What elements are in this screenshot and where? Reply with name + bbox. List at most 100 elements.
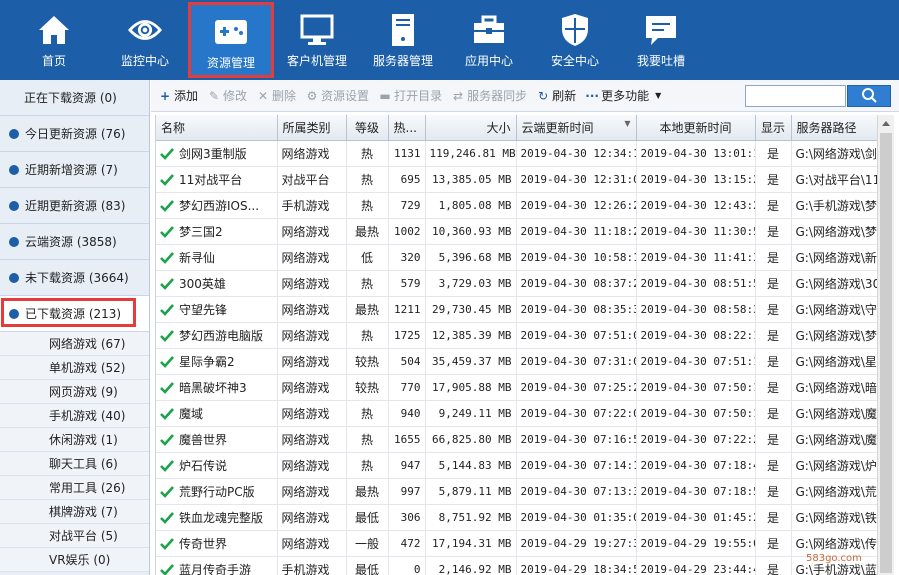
cell-cloud-time: 2019-04-30 12:26:20 <box>516 192 637 219</box>
nav-app[interactable]: 应用中心 <box>446 0 532 80</box>
sidebar-sub-item[interactable]: 网络游戏 (67) <box>0 332 149 356</box>
sidebar-sub-item[interactable]: 网页游戏 (9) <box>0 380 149 404</box>
cell-server-path: G:\网络游戏\剑网 <box>791 140 877 167</box>
col-header-cloud-time[interactable]: 云端更新时间 ▼ <box>516 115 637 141</box>
col-header-size[interactable]: 大小 <box>425 115 517 141</box>
bullet-icon <box>9 128 19 139</box>
table-row[interactable]: 魔域 网络游戏热 940 9,249.11 MB 2019-04-30 07:22:04… <box>156 400 877 427</box>
cell-level: 热 <box>346 166 389 193</box>
sidebar-sub-item[interactable]: 常用工具 (26) <box>0 476 149 500</box>
nav-feedback[interactable]: 我要吐槽 <box>618 0 704 80</box>
check-icon <box>160 251 174 264</box>
cell-server-path: G:\网络游戏\魔兽 <box>791 426 877 453</box>
check-icon <box>160 459 174 472</box>
cell-size: 66,825.80 MB <box>425 426 517 453</box>
cell-local-time: 2019-04-30 11:30:50 <box>636 218 756 245</box>
table-row[interactable]: 300英雄 网络游戏热 579 3,729.03 MB 2019-04-30 08:37… <box>156 270 877 297</box>
refresh-icon: ↻ <box>538 88 549 103</box>
more-functions-button[interactable]: ··· 更多功能 ▼ <box>585 87 661 104</box>
cell-name-text: 炉石传说 <box>179 458 228 473</box>
open-dir-button[interactable]: ▬ 打开目录 <box>379 87 442 104</box>
table-row[interactable]: 星际争霸2 网络游戏 较热 504 35,459.37 MB 2019-04-30 07:… <box>156 348 877 375</box>
sidebar-item-cloud[interactable]: 云端资源 (3858) <box>0 224 149 260</box>
sidebar-item-recent-updated[interactable]: 近期更新资源 (83) <box>0 188 149 224</box>
scrollbar-thumb[interactable] <box>880 133 892 573</box>
refresh-button[interactable]: ↻ 刷新 <box>537 87 576 104</box>
check-icon <box>160 433 174 446</box>
cell-size: 29,730.45 MB <box>425 296 517 323</box>
add-button[interactable]: + 添加 <box>159 87 198 104</box>
cell-server-path: G:\网络游戏\炉石 <box>791 452 877 479</box>
table-row[interactable]: 传奇世界 网络游戏 一般 472 17,194.31 MB 2019-04-29 19:2… <box>156 530 877 557</box>
cell-name: 星际争霸2 <box>156 348 278 375</box>
table-row[interactable]: 蓝月传奇手游 手机游戏 最低 0 2,146.92 MB 2019-04-29 18:34… <box>156 556 877 575</box>
table-row[interactable]: 暗黑破坏神3 网络游戏 较热 770 17,905.88 MB 2019-04-30 07… <box>156 374 877 401</box>
check-icon <box>160 173 174 186</box>
search-input[interactable] <box>745 85 846 107</box>
scroll-up-icon[interactable] <box>878 115 894 132</box>
table-row[interactable]: 魔兽世界 网络游戏热 1655 66,825.80 MB 2019-04-30 07:1… <box>156 426 877 453</box>
table-row[interactable]: 荒野行动PC版 网络游戏 最热 997 5,879.11 MB 2019-04-30 07… <box>156 478 877 505</box>
cell-local-time: 2019-04-30 07:18:51 <box>636 478 756 505</box>
nav-home[interactable]: 首页 <box>6 0 102 80</box>
cell-heat: 579 <box>388 270 426 297</box>
table-row[interactable]: 梦幻西游电脑版 网络游戏热 1725 12,385.39 MB 2019-04-30 0… <box>156 322 877 349</box>
nav-monitor[interactable]: 监控中心 <box>102 0 188 80</box>
sidebar-sub-item[interactable]: VR娱乐 (0) <box>0 548 149 572</box>
cell-size: 1,805.08 MB <box>425 192 517 219</box>
sidebar-sub-item[interactable]: 休闲游戏 (1) <box>0 428 149 452</box>
col-header-level[interactable]: 等级 <box>346 115 389 141</box>
table-row[interactable]: 剑网3重制版 网络游戏热 1131 119,246.81 MB 2019-04-30 1… <box>156 140 877 167</box>
nav-resource[interactable]: 资源管理 <box>188 2 274 78</box>
col-header-category[interactable]: 所属类别 <box>277 115 347 141</box>
sidebar-item-today-updated[interactable]: 今日更新资源 (76) <box>0 116 149 152</box>
table-row[interactable]: 新寻仙 网络游戏低 320 5,396.68 MB 2019-04-30 10:58:1… <box>156 244 877 271</box>
table-row[interactable]: 梦幻西游IOS... 手机游戏热 729 1,805.08 MB 2019-04-30 … <box>156 192 877 219</box>
sidebar-sub-item[interactable]: 聊天工具 (6) <box>0 452 149 476</box>
delete-button[interactable]: ✕ 删除 <box>257 87 296 104</box>
cell-local-time: 2019-04-30 01:45:27 <box>636 504 756 531</box>
cell-display: 是 <box>755 140 792 167</box>
sidebar-item-label: 近期新增资源 (7) <box>25 163 118 177</box>
cell-level: 较热 <box>346 374 389 401</box>
resource-settings-button[interactable]: ⚙ 资源设置 <box>306 87 369 104</box>
table-row[interactable]: 11对战平台 对战平台热 695 13,385.05 MB 2019-04-30 12:… <box>156 166 877 193</box>
sidebar-sub-item[interactable]: 棋牌游戏 (7) <box>0 500 149 524</box>
cell-size: 17,905.88 MB <box>425 374 517 401</box>
table-row[interactable]: 守望先锋 网络游戏 最热 1211 29,730.45 MB 2019-04-30 08:… <box>156 296 877 323</box>
sidebar-sub-item[interactable]: 单机游戏 (52) <box>0 356 149 380</box>
col-header-display[interactable]: 显示 <box>755 115 792 141</box>
table-row[interactable]: 铁血龙魂完整版 网络游戏 最低 306 8,751.92 MB 2019-04-30 01… <box>156 504 877 531</box>
table-row[interactable]: 炉石传说 网络游戏热 947 5,144.83 MB 2019-04-30 07:14:… <box>156 452 877 479</box>
sidebar-sub-item[interactable]: 对战平台 (5) <box>0 524 149 548</box>
cell-heat: 947 <box>388 452 426 479</box>
cell-category: 网络游戏 <box>277 478 347 505</box>
col-header-name[interactable]: 名称 <box>156 115 278 141</box>
sidebar-item-downloaded[interactable]: 已下载资源 (213) <box>0 296 149 332</box>
server-sync-button[interactable]: ⇄ 服务器同步 <box>452 87 527 104</box>
search-button[interactable] <box>847 85 891 107</box>
col-header-heat[interactable]: 热... <box>388 115 426 141</box>
nav-client[interactable]: 客户机管理 <box>274 0 360 80</box>
toolbox-icon <box>472 13 506 47</box>
check-icon <box>160 277 174 290</box>
sidebar-item-recent-added[interactable]: 近期新增资源 (7) <box>0 152 149 188</box>
cell-server-path: G:\网络游戏\铁血 <box>791 504 877 531</box>
sidebar-sub-item[interactable]: 手机游戏 (40) <box>0 404 149 428</box>
col-header-server-path[interactable]: 服务器路径 <box>791 115 877 141</box>
nav-server[interactable]: 服务器管理 <box>360 0 446 80</box>
edit-button[interactable]: ✎ 修改 <box>208 87 247 104</box>
cell-cloud-time: 2019-04-29 19:27:30 <box>516 530 637 557</box>
cell-name-text: 新寻仙 <box>179 250 216 265</box>
table-row[interactable]: 梦三国2 网络游戏 最热 1002 10,360.93 MB 2019-04-30 11:… <box>156 218 877 245</box>
sidebar-item-not-downloaded[interactable]: 未下载资源 (3664) <box>0 260 149 296</box>
cell-cloud-time: 2019-04-30 07:13:39 <box>516 478 637 505</box>
refresh-label: 刷新 <box>552 89 577 103</box>
col-header-local-time[interactable]: 本地更新时间 <box>636 115 756 141</box>
cell-heat: 770 <box>388 374 426 401</box>
nav-security[interactable]: 安全中心 <box>532 0 618 80</box>
cell-size: 9,249.11 MB <box>425 400 517 427</box>
cell-level: 热 <box>346 140 389 167</box>
vertical-scrollbar[interactable] <box>877 115 894 575</box>
sidebar-item-downloading[interactable]: 正在下载资源 (0) <box>0 80 149 116</box>
